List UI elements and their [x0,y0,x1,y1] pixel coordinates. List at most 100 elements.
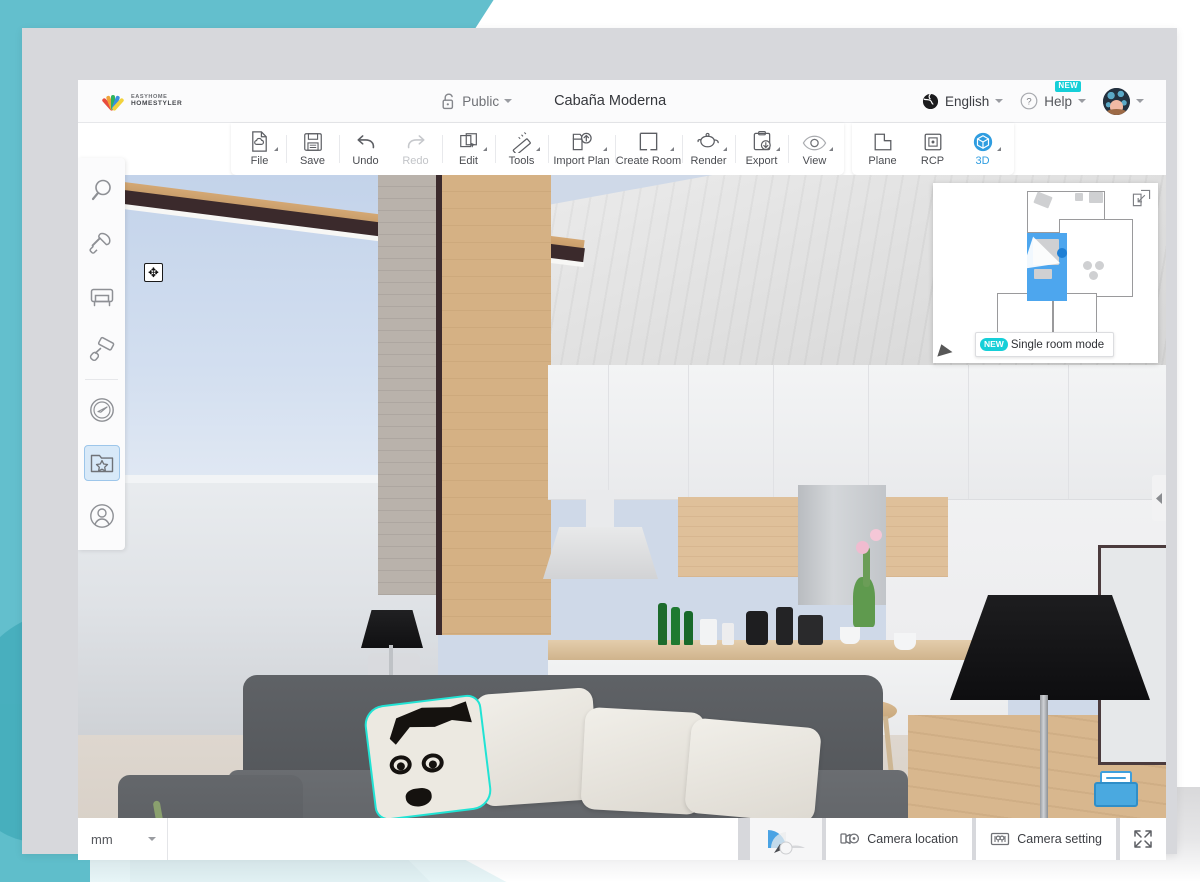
scene-range-hood-stem [586,490,614,530]
user-circle-icon [88,502,116,530]
toolbar-divider [548,135,549,163]
bottom-bar: mm [78,818,1166,860]
toolbar-label: File [251,155,269,167]
copy-cursor-icon [458,131,480,153]
dropdown-triangle-icon [274,147,278,151]
sidebar-item-account[interactable] [78,489,125,542]
camera-location-label: Camera location [867,832,958,846]
visibility-selector[interactable]: Public [442,93,512,110]
toolbar-undo[interactable]: Undo [341,124,391,174]
camera-setting-button[interactable]: Camera setting [976,818,1116,860]
teapot-icon [696,131,721,153]
minimap-collapse-button[interactable] [1132,189,1151,208]
fullscreen-expand-icon [1133,829,1153,849]
toolbar-save[interactable]: Save [288,124,338,174]
toolbar-divider [339,135,340,163]
camera-location-button[interactable]: Camera location [826,818,972,860]
language-selector[interactable]: English [922,93,1003,110]
scene-upper-cabinets [548,365,1166,500]
sidebar-item-search[interactable] [78,164,125,217]
toolbar-view[interactable]: View [790,124,840,174]
chevron-down-icon [995,99,1003,103]
toolbar-label: Import Plan [553,155,609,167]
scene-wall-panel [378,175,438,595]
user-menu[interactable] [1103,88,1144,115]
sidebar-item-materials[interactable] [78,323,125,376]
toolbar-label: View [803,155,827,167]
sidebar-item-build[interactable] [78,217,125,270]
toolbar-divider [735,135,736,163]
unit-label: mm [91,832,113,847]
design-canvas-3d[interactable]: ✥ [78,175,1166,818]
toolbar-label: Edit [459,155,478,167]
homestyler-logo-icon [102,90,124,112]
toolbar-label: Redo [402,155,428,167]
toolbar-redo[interactable]: Redo [391,124,441,174]
toolbar-import-plan[interactable]: Import Plan [550,124,614,174]
help-menu[interactable]: ? Help NEW [1020,92,1086,110]
command-input[interactable] [168,818,738,860]
viewmode-3d[interactable]: 3D [958,124,1008,174]
toolbar-tools[interactable]: Tools [497,124,547,174]
sidebar-item-favorites[interactable] [78,436,125,489]
toolbar-label: Render [690,155,726,167]
toolbar-render[interactable]: Render [684,124,734,174]
chevron-down-icon [1078,99,1086,103]
brand-line-2: HOMESTYLER [131,100,182,107]
cube-3d-icon [972,131,994,153]
scene-plant [133,760,223,818]
pillow-hair-graphic [381,701,475,758]
fullscreen-button[interactable] [1120,818,1166,860]
toolbar-edit[interactable]: Edit [444,124,494,174]
right-panel-toggle[interactable] [1152,475,1166,521]
dropdown-triangle-icon [997,147,1001,151]
brand-logo[interactable]: EASYHOME HOMESTYLER [102,90,182,112]
plane-view-icon [872,131,894,153]
toolbar-divider [442,135,443,163]
inbox-button[interactable] [1092,768,1140,810]
toolbar-divider [495,135,496,163]
minimap-panel[interactable]: NEW Single room mode [933,183,1158,363]
toolbar-export[interactable]: Export [737,124,787,174]
inbox-tray-icon [1092,768,1140,810]
help-new-badge: NEW [1055,81,1081,92]
viewmode-label: Plane [868,155,896,167]
chevron-down-icon [148,837,156,841]
camera-location-icon [840,830,860,848]
compass-dial-icon [88,396,116,424]
camera-setting-label: Camera setting [1017,832,1102,846]
pillow-face-print [362,693,493,818]
sidebar-item-compass[interactable] [78,383,125,436]
viewmode-plane[interactable]: Plane [858,124,908,174]
unit-selector[interactable]: mm [78,818,168,860]
compass-widget[interactable] [750,818,822,860]
page-title: Cabaña Moderna [554,93,666,109]
clipboard-download-icon [751,131,773,153]
toolbar-label: Export [746,155,778,167]
toolbar-file[interactable]: File [235,124,285,174]
eye-icon [802,131,827,153]
question-circle-icon: ? [1020,92,1038,110]
selected-pillow[interactable] [362,693,493,818]
avatar [1103,88,1130,115]
toolbar-create-room[interactable]: Create Room [617,124,681,174]
star-folder-icon [89,451,115,475]
minimap-camera-dot[interactable] [1057,248,1067,258]
toolbar-divider [682,135,683,163]
undo-arrow-icon [354,131,378,153]
viewmode-rcp[interactable]: RCP [908,124,958,174]
globe-icon [922,93,939,110]
chevron-left-icon [1156,493,1163,504]
ruler-icon [510,131,533,153]
dropdown-triangle-icon [776,147,780,151]
scene-outdoor-lamp-pole [389,645,393,679]
import-plan-icon [570,131,594,153]
dropdown-triangle-icon [603,147,607,151]
file-cloud-icon [248,131,271,153]
left-tool-rail [78,158,125,550]
sidebar-item-furniture[interactable] [78,270,125,323]
single-room-mode-tooltip[interactable]: NEW Single room mode [975,332,1114,357]
main-toolbar: File Save Undo [231,123,844,175]
app-frame: EASYHOME HOMESTYLER Public Cabaña Modern… [22,28,1177,854]
scene-cushion[interactable] [684,718,822,818]
